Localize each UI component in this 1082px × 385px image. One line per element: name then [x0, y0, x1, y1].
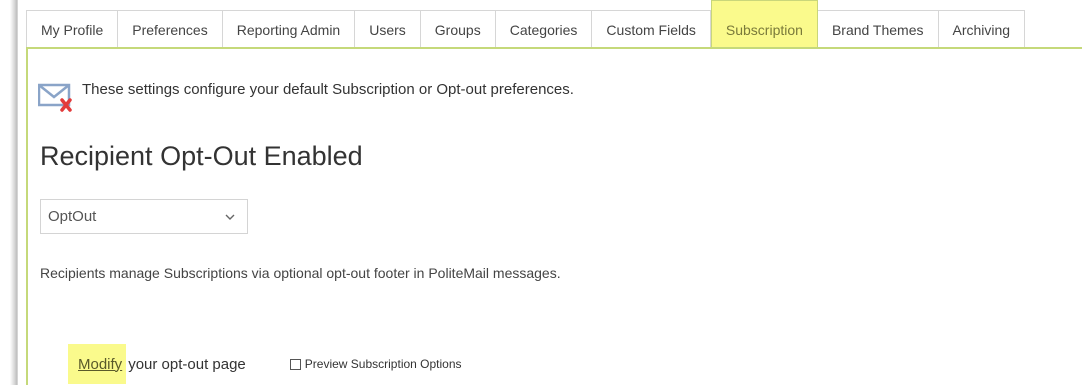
- window-frame-edge: [0, 0, 18, 385]
- settings-tab-bar: My Profile Preferences Reporting Admin U…: [26, 0, 1026, 48]
- tab-custom-fields[interactable]: Custom Fields: [592, 10, 711, 48]
- tab-reporting-admin[interactable]: Reporting Admin: [222, 10, 356, 48]
- tab-groups[interactable]: Groups: [420, 10, 496, 48]
- page-title: Recipient Opt-Out Enabled: [40, 141, 363, 171]
- opt-out-description: Recipients manage Subscriptions via opti…: [40, 265, 561, 281]
- modify-text: your opt-out page: [128, 355, 246, 373]
- modify-highlight: Modify: [68, 344, 127, 384]
- tab-archiving[interactable]: Archiving: [938, 10, 1026, 48]
- chevron-down-icon: [225, 210, 235, 224]
- settings-notice: These settings configure your default Su…: [37, 80, 574, 114]
- tab-subscription[interactable]: Subscription: [710, 0, 818, 48]
- tab-my-profile[interactable]: My Profile: [26, 10, 119, 48]
- notice-text: These settings configure your default Su…: [82, 80, 574, 98]
- preview-subscription-options[interactable]: Preview Subscription Options: [289, 357, 462, 371]
- select-value: OptOut: [48, 208, 97, 225]
- preview-checkbox[interactable]: [289, 358, 301, 370]
- mail-error-icon: [37, 82, 76, 114]
- opt-out-mode-select[interactable]: OptOut: [40, 199, 248, 234]
- tab-brand-themes[interactable]: Brand Themes: [817, 10, 939, 48]
- tab-users[interactable]: Users: [355, 10, 421, 48]
- tab-preferences[interactable]: Preferences: [118, 10, 223, 48]
- modify-link[interactable]: Modify: [78, 356, 122, 373]
- tab-categories[interactable]: Categories: [495, 10, 593, 48]
- window-frame-top: [18, 0, 1082, 10]
- preview-checkbox-label: Preview Subscription Options: [304, 357, 462, 371]
- modify-row: Modify your opt-out page Preview Subscri…: [68, 344, 462, 384]
